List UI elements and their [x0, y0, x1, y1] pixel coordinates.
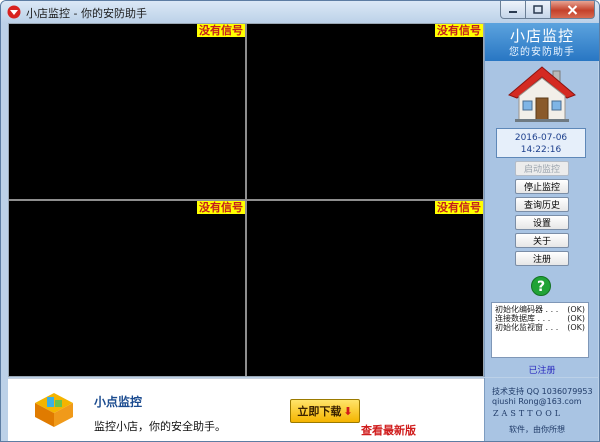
- settings-button[interactable]: 设置: [515, 215, 569, 230]
- control-panel: 小店监控 您的安防助手 2016-07-06 14:22:16 启动监控 停止监…: [484, 23, 599, 377]
- svg-text:?: ?: [537, 279, 545, 295]
- no-signal-label: 没有信号: [197, 201, 245, 214]
- no-signal-label: 没有信号: [435, 201, 483, 214]
- support-brand: ZASTTOOL: [493, 409, 564, 418]
- banner-subtitle: 您的安防助手: [509, 47, 575, 58]
- support-qq: 技术支持 QQ 1036079953: [492, 387, 593, 396]
- status-log: 初始化编码器 . . . (OK) 连接数据库 . . . (OK) 初始化监视窗 …: [491, 302, 589, 358]
- grid-divider-horizontal: [9, 199, 483, 201]
- minimize-icon: [509, 10, 517, 13]
- download-arrow-icon: ⬇: [343, 404, 353, 418]
- datetime-display: 2016-07-06 14:22:16: [496, 128, 586, 158]
- ad-bar: 小点监控 监控小店，你的安全助手。 立即下载 ⬇ 查看最新版: [8, 378, 484, 441]
- maximize-button[interactable]: [526, 1, 551, 19]
- no-signal-label: 没有信号: [197, 24, 245, 37]
- download-now-button[interactable]: 立即下载 ⬇: [290, 399, 360, 423]
- support-email: qiushi Rong@163.com: [492, 397, 582, 406]
- maximize-icon: [533, 5, 543, 14]
- video-cell-4[interactable]: 没有信号: [247, 201, 483, 376]
- no-signal-label: 没有信号: [435, 24, 483, 37]
- start-monitor-button[interactable]: 启动监控: [515, 161, 569, 176]
- register-button[interactable]: 注册: [515, 251, 569, 266]
- log-entry: 初始化监视窗 . . . (OK): [495, 323, 585, 332]
- brand-banner: 小店监控 您的安防助手: [485, 23, 599, 61]
- app-window: 小店监控 - 你的安防助手 没有信号 没有信号 没有信号 没有信号 小店监控 您…: [0, 0, 600, 442]
- stop-monitor-button[interactable]: 停止监控: [515, 179, 569, 194]
- about-button[interactable]: 关于: [515, 233, 569, 248]
- video-cell-2[interactable]: 没有信号: [247, 24, 483, 199]
- close-icon: [567, 4, 578, 15]
- ad-product-name: 小点监控: [94, 395, 143, 409]
- minimize-button[interactable]: [500, 1, 526, 19]
- video-grid: 没有信号 没有信号 没有信号 没有信号: [8, 23, 484, 377]
- view-latest-link[interactable]: 查看最新版: [361, 422, 416, 438]
- close-button[interactable]: [551, 1, 595, 19]
- window-title: 小店监控 - 你的安防助手: [26, 7, 147, 20]
- ad-description: 监控小店，你的安全助手。: [94, 420, 226, 433]
- time-text: 14:22:16: [520, 145, 562, 155]
- log-entry: 初始化编码器 . . . (OK): [495, 305, 585, 314]
- house-icon: [508, 66, 576, 122]
- date-text: 2016-07-06: [514, 133, 568, 143]
- product-logo-icon: [35, 393, 73, 427]
- help-icon[interactable]: ?: [531, 276, 551, 296]
- window-controls: [500, 1, 595, 20]
- support-info: 技术支持 QQ 1036079953 qiushi Rong@163.com Z…: [484, 378, 598, 441]
- support-slogan: 软件，由你所想: [509, 425, 565, 434]
- registration-status: 已注册: [528, 366, 556, 376]
- title-bar[interactable]: 小店监控 - 你的安防助手: [1, 1, 599, 23]
- log-entry: 连接数据库 . . . (OK): [495, 314, 585, 323]
- app-logo-icon: [7, 5, 21, 19]
- video-cell-1[interactable]: 没有信号: [9, 24, 245, 199]
- video-cell-3[interactable]: 没有信号: [9, 201, 245, 376]
- history-button[interactable]: 查询历史: [515, 197, 569, 212]
